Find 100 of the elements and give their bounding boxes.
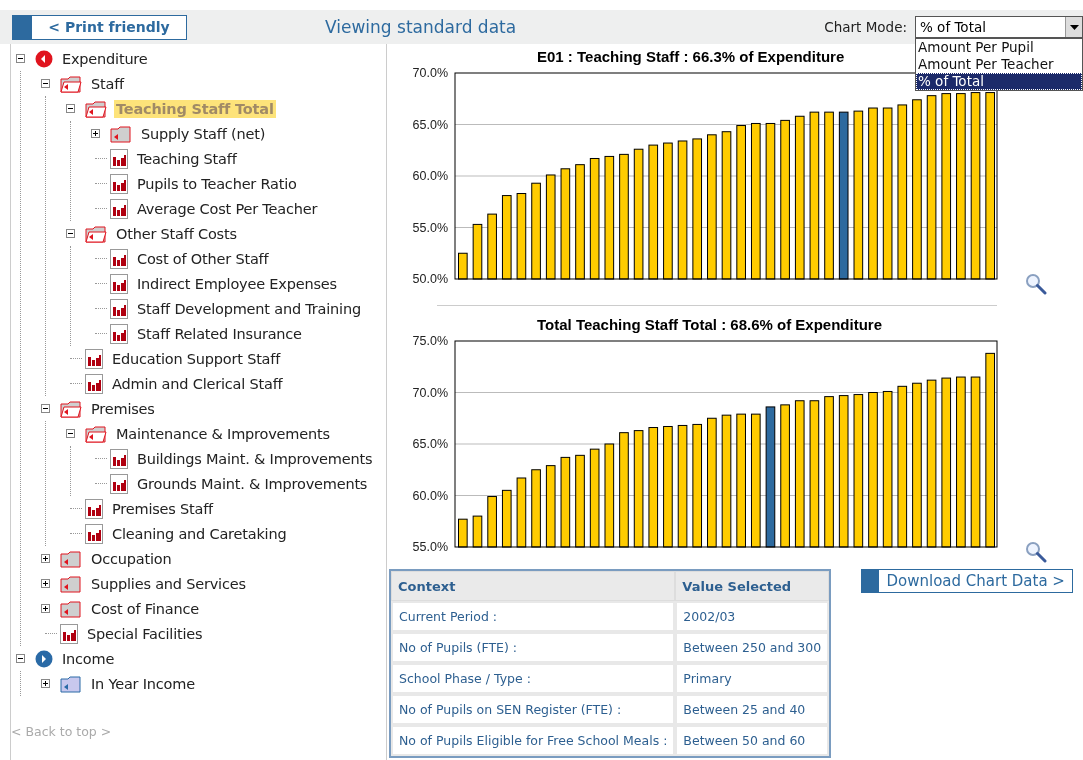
folder-icon — [60, 674, 82, 693]
tree-item[interactable]: Cost of Other Staff — [135, 249, 271, 268]
expand-icon[interactable] — [91, 129, 100, 138]
table-cell: No of Pupils on SEN Register (FTE) : — [391, 694, 676, 725]
y-tick-label: 65.0% — [412, 437, 448, 451]
bar-chart-icon — [110, 173, 128, 194]
tree-item[interactable]: Premises Staff — [110, 499, 216, 518]
folder-icon — [110, 124, 132, 143]
table-cell: Between 250 and 300 — [675, 632, 830, 663]
collapse-icon[interactable] — [66, 229, 75, 238]
open-folder-icon — [85, 424, 107, 443]
tree-item[interactable]: In Year Income — [89, 674, 197, 693]
tree-item[interactable]: Maintenance & Improvements — [114, 424, 332, 443]
table-cell: No of Pupils Eligible for Free School Meals : — [391, 725, 676, 756]
magnifier-icon[interactable] — [1025, 541, 1047, 563]
chart-mode-label: Chart Mode: — [824, 19, 907, 35]
tree-item[interactable]: Average Cost Per Teacher — [135, 199, 320, 218]
column-header: Context — [391, 571, 676, 601]
collapse-icon[interactable] — [66, 104, 75, 113]
bar — [487, 496, 497, 548]
chart-title: E01 : Teaching Staff : 66.3% of Expenditure — [537, 48, 845, 65]
expand-icon[interactable] — [41, 554, 50, 563]
bar — [487, 213, 497, 280]
collapse-icon[interactable] — [66, 429, 75, 438]
y-tick-label: 60.0% — [412, 488, 448, 503]
tree-item[interactable]: Expenditure — [60, 49, 150, 68]
dropdown-option[interactable]: % of Total — [916, 73, 1082, 90]
tree-item[interactable]: Pupils to Teacher Ratio — [135, 174, 299, 193]
tree-item[interactable]: Cost of Finance — [89, 599, 201, 618]
open-folder-icon — [60, 74, 82, 93]
bar-chart-icon — [110, 448, 128, 469]
expand-icon[interactable] — [41, 604, 50, 613]
tree-item[interactable]: Income — [60, 649, 117, 668]
y-tick-label: 55.0% — [412, 540, 448, 554]
collapse-icon[interactable] — [16, 654, 25, 663]
tree-item[interactable]: Premises — [89, 399, 157, 418]
chart-mode-dropdown[interactable]: % of Total — [915, 16, 1083, 38]
table-cell: No of Pupils (FTE) : — [391, 632, 676, 663]
table-cell: 2002/03 — [675, 601, 830, 632]
tree-item[interactable]: Teaching Staff — [135, 149, 239, 168]
y-tick-label: 70.0% — [412, 66, 448, 80]
download-chart-data-button[interactable]: Download Chart Data > — [861, 569, 1074, 593]
tree-item[interactable]: Supplies and Services — [89, 574, 248, 593]
view-title: Viewing standard data — [325, 17, 517, 37]
tree-item[interactable]: Education Support Staff — [110, 349, 283, 368]
y-tick-label: 55.0% — [412, 220, 448, 235]
y-tick-label: 70.0% — [412, 385, 448, 400]
bar-chart-icon — [110, 298, 128, 319]
table-cell: Between 25 and 40 — [675, 694, 830, 725]
tree-item[interactable]: Admin and Clerical Staff — [110, 374, 285, 393]
bar — [516, 477, 527, 548]
collapse-icon[interactable] — [16, 54, 25, 63]
dropdown-option[interactable]: Amount Per Pupil — [916, 39, 1082, 56]
tree-item[interactable]: Grounds Maint. & Improvements — [135, 474, 370, 493]
tree-item[interactable]: Staff — [89, 74, 126, 93]
bar — [472, 515, 483, 548]
tree-item[interactable]: Staff Related Insurance — [135, 324, 304, 343]
bar-chart-icon — [110, 248, 128, 269]
expand-icon[interactable] — [41, 679, 50, 688]
folder-icon — [60, 549, 82, 568]
tree-item[interactable]: Other Staff Costs — [114, 224, 239, 243]
table-cell: Current Period : — [391, 601, 676, 632]
tree-item[interactable]: Special Facilities — [85, 624, 205, 643]
bar — [472, 223, 483, 280]
tree-item[interactable]: Cleaning and Caretaking — [110, 524, 289, 543]
open-folder-icon — [85, 224, 107, 243]
tree-item[interactable]: Supply Staff (net) — [139, 124, 268, 143]
bar-chart-icon — [110, 273, 128, 294]
collapse-icon[interactable] — [41, 404, 50, 413]
bar-chart-icon — [85, 348, 103, 369]
bar-chart-icon — [110, 198, 128, 219]
print-friendly-button[interactable]: < Print friendly — [12, 14, 187, 40]
chart-title: Total Teaching Staff Total : 68.6% of Expenditure — [537, 316, 883, 333]
table-cell: Primary — [675, 663, 830, 694]
expand-icon[interactable] — [41, 579, 50, 588]
table-cell: School Phase / Type : — [391, 663, 676, 694]
bar-chart-icon — [85, 498, 103, 519]
left-arrow-circle-icon — [35, 49, 53, 68]
right-arrow-circle-icon — [35, 649, 53, 668]
tree-item[interactable]: Staff Development and Training — [135, 299, 363, 318]
y-tick-label: 75.0% — [412, 334, 448, 348]
bar-chart-icon — [85, 373, 103, 394]
bar-chart-icon — [110, 473, 128, 494]
bar-chart-icon — [110, 323, 128, 344]
collapse-icon[interactable] — [41, 79, 50, 88]
bar-chart-icon — [85, 523, 103, 544]
bar — [458, 518, 468, 548]
tree-item[interactable]: Indirect Employee Expenses — [135, 274, 339, 293]
folder-icon — [60, 599, 82, 618]
magnifier-icon[interactable] — [1025, 273, 1047, 295]
dropdown-option[interactable]: Amount Per Teacher — [916, 56, 1082, 73]
bar-chart-icon — [60, 623, 78, 644]
table-cell: Between 50 and 60 — [675, 725, 830, 756]
column-header: Value Selected — [675, 571, 830, 601]
tree-item[interactable]: Buildings Maint. & Improvements — [135, 449, 375, 468]
y-tick-label: 50.0% — [412, 272, 448, 286]
tree-item[interactable]: Occupation — [89, 549, 174, 568]
bar-chart-icon — [110, 148, 128, 169]
bar — [501, 489, 512, 548]
open-folder-icon — [85, 99, 107, 118]
